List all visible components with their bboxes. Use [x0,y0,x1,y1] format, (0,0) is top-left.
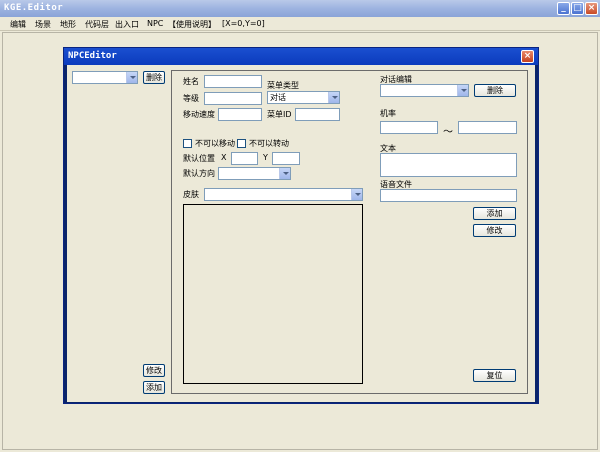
modify-dialogue-button[interactable]: 修改 [473,224,516,237]
skin-label: 皮肤 [183,190,199,199]
voice-file-input[interactable] [380,189,517,202]
speed-input[interactable] [218,108,262,121]
npc-editor-dialog: NPCEditor × 删除 修改 添加 姓名 菜单类型 等级 对话 移动速度 … [63,47,539,404]
menu-type-value: 对话 [270,93,286,102]
dialogue-text-area[interactable] [380,153,517,177]
menu-code-layer[interactable]: 代码层 [85,19,109,30]
minimize-icon[interactable]: _ [557,2,570,15]
no-turn-checkbox[interactable] [237,139,246,148]
position-x-input[interactable] [231,152,258,165]
menu-type-select[interactable]: 对话 [267,91,340,104]
delete-dialogue-button[interactable]: 删除 [474,84,516,97]
menu-bar: 编辑 场景 地形 代码层 出入口 NPC 【使用说明】 [X=0,Y=0] [0,17,600,31]
chevron-down-icon [351,189,362,200]
close-icon[interactable]: × [585,2,598,15]
maximize-icon[interactable]: □ [571,2,584,15]
dialog-title-bar[interactable]: NPCEditor × [64,48,538,65]
dialog-title: NPCEditor [68,51,117,61]
menu-id-input[interactable] [295,108,340,121]
menu-edit[interactable]: 编辑 [10,19,26,30]
default-direction-select[interactable] [218,167,291,180]
add-dialogue-button[interactable]: 添加 [473,207,516,220]
probability-max-input[interactable] [458,121,517,134]
default-position-label: 默认位置 [183,154,215,163]
npc-select[interactable] [72,71,138,84]
y-label: Y [263,153,268,162]
range-separator: ～ [443,127,453,138]
position-y-input[interactable] [272,152,300,165]
delete-npc-button[interactable]: 删除 [143,71,165,84]
name-label: 姓名 [183,77,199,86]
npc-properties-panel: 姓名 菜单类型 等级 对话 移动速度 菜单ID 不可以移动 不可以转动 默认位置… [171,70,528,394]
no-move-label: 不可以移动 [195,139,235,148]
modify-npc-button[interactable]: 修改 [143,364,165,377]
chevron-down-icon [328,92,339,103]
menu-id-label: 菜单ID [267,110,292,119]
chevron-down-icon [279,168,290,179]
menu-npc[interactable]: NPC [147,19,163,28]
menu-type-label: 菜单类型 [267,81,299,90]
default-direction-label: 默认方向 [183,169,215,178]
reset-button[interactable]: 复位 [473,369,516,382]
probability-min-input[interactable] [380,121,438,134]
menu-scene[interactable]: 场景 [35,19,51,30]
dialogue-select[interactable] [380,84,469,97]
x-label: X [221,153,227,162]
no-move-checkbox[interactable] [183,139,192,148]
speed-label: 移动速度 [183,110,215,119]
chevron-down-icon [126,72,137,83]
menu-entrance[interactable]: 出入口 [115,19,139,30]
probability-label: 机率 [380,109,396,118]
menu-help[interactable]: 【使用说明】 [168,19,216,30]
window-title: KGE.Editor [4,3,64,13]
main-title-bar: KGE.Editor _ □ × [0,0,600,17]
dialog-body: 删除 修改 添加 姓名 菜单类型 等级 对话 移动速度 菜单ID 不可以移动 不… [67,65,535,402]
level-label: 等级 [183,94,199,103]
skin-select[interactable] [204,188,363,201]
add-npc-button[interactable]: 添加 [143,381,165,394]
menu-terrain[interactable]: 地形 [60,19,76,30]
skin-preview [183,204,363,384]
name-input[interactable] [204,75,262,88]
no-turn-label: 不可以转动 [249,139,289,148]
level-input[interactable] [204,92,262,105]
chevron-down-icon [457,85,468,96]
coord-readout: [X=0,Y=0] [222,19,265,28]
close-icon[interactable]: × [521,50,534,63]
